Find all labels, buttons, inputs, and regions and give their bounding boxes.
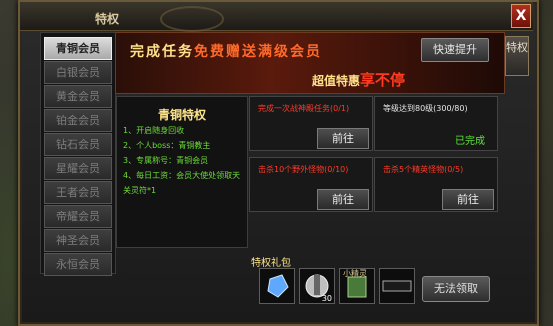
sidebar-item-holy[interactable]: 神圣会员: [44, 229, 112, 252]
title-ornament-icon: [160, 6, 224, 32]
sidebar-item-emperor[interactable]: 帝耀会员: [44, 205, 112, 228]
banner-subline-highlight: 享不停: [360, 71, 406, 89]
title-bar: 特权: [20, 2, 533, 32]
task-text: 等级达到80级(300/80): [383, 104, 468, 113]
privilege-item: 3、专属称号：青铜会员: [123, 156, 209, 165]
go-button[interactable]: 前往: [317, 189, 369, 210]
window-title: 特权: [95, 12, 120, 26]
membership-sidebar: 青铜会员 白银会员 黄金会员 铂金会员 钻石会员 星耀会员 王者会员 帝耀会员 …: [40, 32, 116, 276]
task-text: 击杀10个野外怪物(0/10): [258, 165, 349, 174]
privilege-item: 4、每日工资：会员大使处领取天关灵符*1: [123, 171, 241, 195]
sidebar-item-bronze[interactable]: 青铜会员: [44, 37, 112, 60]
tab-privilege[interactable]: 特权: [505, 36, 529, 76]
privilege-title: 青铜特权: [157, 108, 206, 122]
sidebar-item-platinum[interactable]: 铂金会员: [44, 109, 112, 132]
gift-pack-label: 特权礼包: [251, 258, 291, 269]
banner-subline: 超值特惠享不停: [312, 69, 405, 90]
banner-headline: 完成任务免费赠送满级会员: [130, 41, 322, 61]
task-card: 等级达到80级(300/80) 已完成: [374, 96, 498, 151]
crystal-icon[interactable]: [259, 268, 295, 304]
claim-button[interactable]: 无法领取: [422, 276, 490, 302]
task-card: 击杀10个野外怪物(0/10) 前往: [249, 157, 373, 212]
task-text: 完成一次战神殿任务(0/1): [258, 104, 350, 113]
privilege-item: 2、个人boss：青铜教主: [123, 141, 211, 150]
gift-name: 小精灵: [343, 269, 367, 278]
privilege-item: 1、开启随身回收: [123, 126, 185, 135]
banner-headline-prefix: 完成任务: [130, 44, 194, 60]
go-button[interactable]: 前往: [442, 189, 494, 210]
task-card: 击杀5个精英怪物(0/5) 前往: [374, 157, 498, 212]
go-button[interactable]: 前往: [317, 128, 369, 149]
horn-icon[interactable]: 30: [299, 268, 335, 304]
crystal-icon: [267, 274, 289, 298]
task-text: 击杀5个精英怪物(0/5): [383, 165, 464, 174]
privilege-list: 1、开启随身回收 2、个人boss：青铜教主 3、专属称号：青铜会员 4、每日工…: [123, 123, 247, 198]
banner-headline-highlight: 免费赠送满级会员: [194, 44, 322, 60]
sidebar-item-diamond[interactable]: 钻石会员: [44, 133, 112, 156]
gift-count: 30: [321, 294, 332, 303]
close-button[interactable]: X: [511, 4, 531, 28]
sidebar-item-star[interactable]: 星耀会员: [44, 157, 112, 180]
quick-upgrade-button[interactable]: 快速提升: [421, 38, 489, 62]
sidebar-item-silver[interactable]: 白银会员: [44, 61, 112, 84]
banner-subline-prefix: 超值特惠: [312, 74, 361, 88]
sidebar-item-king[interactable]: 王者会员: [44, 181, 112, 204]
title-badge-icon[interactable]: [379, 268, 415, 304]
task-card: 完成一次战神殿任务(0/1) 前往: [249, 96, 373, 151]
privilege-panel: 青铜特权 1、开启随身回收 2、个人boss：青铜教主 3、专属称号：青铜会员 …: [116, 96, 248, 248]
task-completed-label: 已完成: [455, 136, 485, 147]
title-badge-icon: [382, 280, 412, 292]
sidebar-item-gold[interactable]: 黄金会员: [44, 85, 112, 108]
sidebar-item-eternal[interactable]: 永恒会员: [44, 253, 112, 276]
